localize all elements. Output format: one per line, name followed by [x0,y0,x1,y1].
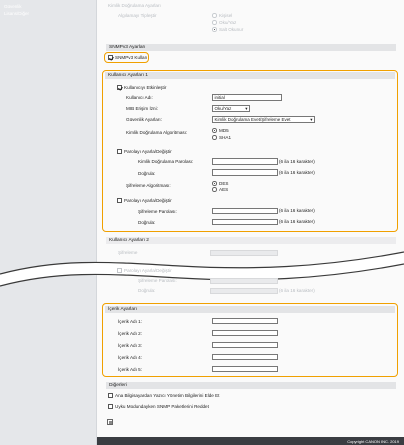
context-name-5-input[interactable] [212,365,278,372]
context-section-header: İçerik Ayarları [105,306,395,313]
user2-enc-password-field [210,278,278,284]
page-top-icon[interactable] [107,419,113,425]
user2-confirm-hint: (6 ila 16 karakter) [279,287,315,293]
get-printer-mgmt-info-label: Ana Bilgisayardan Yazıcı Yönetim Bilgile… [115,392,220,398]
context-name-2-label: İçerik Adı 2: [118,331,143,336]
context-name-3-input[interactable] [212,341,278,348]
context-name-3-label: İçerik Adı 3: [118,343,143,348]
context-name-4-input[interactable] [212,353,278,360]
context-name-4-label: İçerik Adı 4: [118,355,143,360]
context-name-5-label: İçerik Adı 5: [118,367,143,372]
user2-set-password-label: Parolayı Ayarla/Değiştir [124,267,172,273]
user2-set-password-checkbox [117,268,122,273]
user2-enc-password-label: Şifreleme Parolası: [138,278,177,283]
context-name-2-input[interactable] [212,329,278,336]
user2-confirm-label: Doğrula: [138,288,156,293]
user2-confirm-field [210,288,278,294]
torn-paper-divider [0,251,404,287]
footer: Copyright CANON INC. 2019 [97,437,404,445]
context-name-1-input[interactable] [212,317,278,324]
get-printer-mgmt-info-checkbox[interactable] [108,393,113,398]
other-section-header: Diğerleri [106,382,396,389]
page-top-icon-glyph [109,421,112,424]
reject-snmp-sleep-label: Uyku Modundayken SNMP Paketlerini Reddet [115,403,209,409]
context-name-1-label: İçerik Adı 1: [118,319,143,324]
reject-snmp-sleep-checkbox[interactable] [108,404,113,409]
copyright-text: Copyright CANON INC. 2019 [347,438,399,444]
